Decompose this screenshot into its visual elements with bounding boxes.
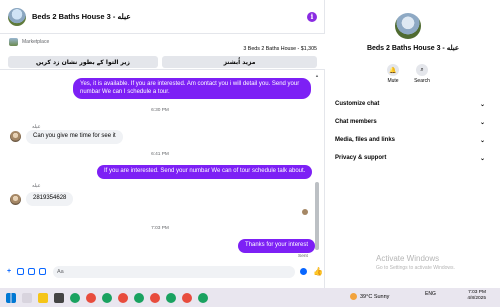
- chevron-down-icon: ⌄: [479, 137, 485, 144]
- section-label: Chat members: [335, 119, 377, 125]
- outgoing-message[interactable]: Thanks for your interest: [238, 239, 316, 253]
- search-taskbar-icon[interactable]: [22, 292, 32, 303]
- chat-header: Beds 2 Baths House 3 - عبله i: [0, 0, 325, 34]
- scroll-thumb[interactable]: [315, 182, 319, 250]
- incoming-message[interactable]: Can you give me time for see it: [26, 130, 123, 144]
- outgoing-message[interactable]: Yes, it is available. If you are interes…: [73, 78, 311, 99]
- timestamp: 6:30 PM: [151, 108, 169, 113]
- windows-start-icon[interactable]: [6, 292, 16, 303]
- gif-icon[interactable]: [39, 268, 46, 275]
- chrome-icon[interactable]: [102, 292, 112, 303]
- chrome-icon[interactable]: [150, 292, 160, 303]
- chat-pane: Beds 2 Baths House 3 - عبله i Marketplac…: [0, 0, 325, 288]
- weather-text: Sunny: [373, 293, 390, 300]
- taskbar-clock[interactable]: 7:03 PM 4/8/2025: [456, 290, 486, 302]
- chat-title[interactable]: Beds 2 Baths House 3 - عبله: [32, 12, 307, 21]
- image-icon[interactable]: [17, 268, 24, 275]
- chrome-icon[interactable]: [134, 292, 144, 303]
- chat-info-pane: Beds 2 Baths House 3 - عبله 🔔 Mute ⌕ Sea…: [326, 0, 500, 288]
- marketplace-label: Marketplace: [22, 39, 50, 45]
- listing-thumbnail[interactable]: [9, 38, 18, 46]
- system-tray[interactable]: ENG: [425, 291, 436, 297]
- more-options-button[interactable]: مزید اُبشنز: [162, 56, 317, 68]
- chevron-down-icon: ⌄: [479, 101, 485, 108]
- file-explorer-icon[interactable]: [38, 292, 48, 303]
- section-media-files-links[interactable]: Media, files and links ⌄: [335, 135, 485, 145]
- mark-pending-button[interactable]: زیر التوا کے بطور نشان زد کریں: [8, 56, 158, 68]
- sidebar-title: Beds 2 Baths House 3 - عبله: [366, 45, 460, 52]
- scrollbar[interactable]: ▲: [315, 74, 319, 258]
- outgoing-message[interactable]: If you are interested. Send your numbar …: [97, 165, 313, 179]
- emoji-icon[interactable]: [300, 268, 307, 275]
- marketplace-listing: Marketplace 3 Beds 2 Baths House - $1,30…: [0, 34, 325, 70]
- message-input[interactable]: Aa: [53, 265, 295, 278]
- chrome-icon[interactable]: [118, 292, 128, 303]
- chrome-icon[interactable]: [166, 292, 176, 303]
- watermark-subtitle: Go to Settings to activate Windows.: [376, 265, 455, 271]
- weather-temp: 39°C: [360, 293, 373, 300]
- timestamp: 7:03 PM: [151, 226, 169, 231]
- section-chat-members[interactable]: Chat members ⌄: [335, 117, 485, 127]
- chrome-icon[interactable]: [198, 292, 208, 303]
- incoming-message[interactable]: 2819354628: [26, 192, 74, 206]
- search-label: Search: [414, 78, 430, 84]
- sun-icon: [350, 293, 357, 300]
- mute-action[interactable]: 🔔 Mute: [378, 64, 408, 84]
- scroll-up-icon[interactable]: ▲: [315, 74, 319, 78]
- info-icon[interactable]: i: [307, 11, 317, 22]
- sender-name: عبله: [32, 184, 41, 189]
- chrome-icon[interactable]: [70, 292, 80, 303]
- listing-title[interactable]: 3 Beds 2 Baths House - $1,305: [243, 46, 317, 52]
- section-label: Media, files and links: [335, 137, 396, 143]
- watermark-title: Activate Windows: [376, 254, 440, 263]
- bell-icon[interactable]: 🔔: [387, 64, 399, 76]
- chrome-icon[interactable]: [182, 292, 192, 303]
- chevron-down-icon: ⌄: [479, 119, 485, 126]
- activate-windows-watermark: Activate Windows Go to Settings to activ…: [376, 254, 455, 271]
- section-label: Customize chat: [335, 101, 380, 107]
- weather-widget[interactable]: 39°C Sunny: [350, 293, 389, 300]
- sent-status: Sent: [298, 254, 308, 259]
- section-label: Privacy & support: [335, 155, 387, 161]
- contact-avatar[interactable]: [10, 131, 21, 142]
- message-list: Yes, it is available. If you are interes…: [0, 70, 320, 262]
- seen-avatar: [302, 209, 308, 215]
- search-icon[interactable]: ⌕: [416, 64, 428, 76]
- clock-date: 4/8/2025: [467, 296, 486, 301]
- section-privacy-support[interactable]: Privacy & support ⌄: [335, 153, 485, 163]
- timestamp: 6:41 PM: [151, 152, 169, 157]
- mute-label: Mute: [387, 78, 399, 84]
- section-customize-chat[interactable]: Customize chat ⌄: [335, 99, 485, 109]
- contact-avatar[interactable]: [10, 194, 21, 205]
- thumbs-up-icon[interactable]: 👍: [313, 267, 323, 276]
- chevron-down-icon: ⌄: [479, 155, 485, 162]
- search-action[interactable]: ⌕ Search: [407, 64, 437, 84]
- composer: + Aa 👍: [0, 262, 325, 281]
- chrome-icon[interactable]: [86, 292, 96, 303]
- language-indicator[interactable]: ENG: [425, 291, 436, 297]
- avatar[interactable]: [8, 7, 26, 26]
- plus-icon[interactable]: +: [5, 268, 13, 276]
- sticker-icon[interactable]: [28, 268, 35, 275]
- app-icon[interactable]: [54, 292, 64, 303]
- sidebar-avatar[interactable]: [395, 13, 421, 39]
